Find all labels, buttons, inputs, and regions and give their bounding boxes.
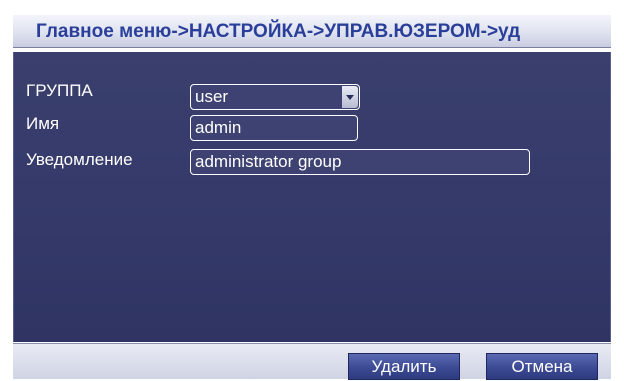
dialog-window: Главное меню->НАСТРОЙКА->УПРАВ.ЮЗЕРОМ->у… [0, 0, 624, 381]
name-field-value: admin [195, 118, 242, 137]
group-label: ГРУППА [26, 81, 93, 100]
name-field[interactable]: admin [190, 115, 358, 141]
notice-label: Уведомление [26, 150, 133, 169]
cancel-button[interactable]: Отмена [486, 353, 598, 380]
form-panel: ГРУППА user Имя admin Уведомление admini… [13, 52, 611, 342]
delete-button[interactable]: Удалить [348, 353, 460, 380]
name-label: Имя [26, 114, 60, 133]
breadcrumb: Главное меню->НАСТРОЙКА->УПРАВ.ЮЗЕРОМ->у… [36, 21, 521, 42]
notice-field[interactable]: administrator group [190, 149, 530, 175]
group-select-value: user [195, 87, 229, 106]
title-bar: Главное меню->НАСТРОЙКА->УПРАВ.ЮЗЕРОМ->у… [13, 14, 611, 48]
group-select[interactable]: user [190, 84, 360, 110]
button-bar: Удалить Отмена [13, 343, 611, 380]
notice-field-value: administrator group [195, 152, 342, 171]
chevron-down-icon[interactable] [342, 86, 358, 108]
